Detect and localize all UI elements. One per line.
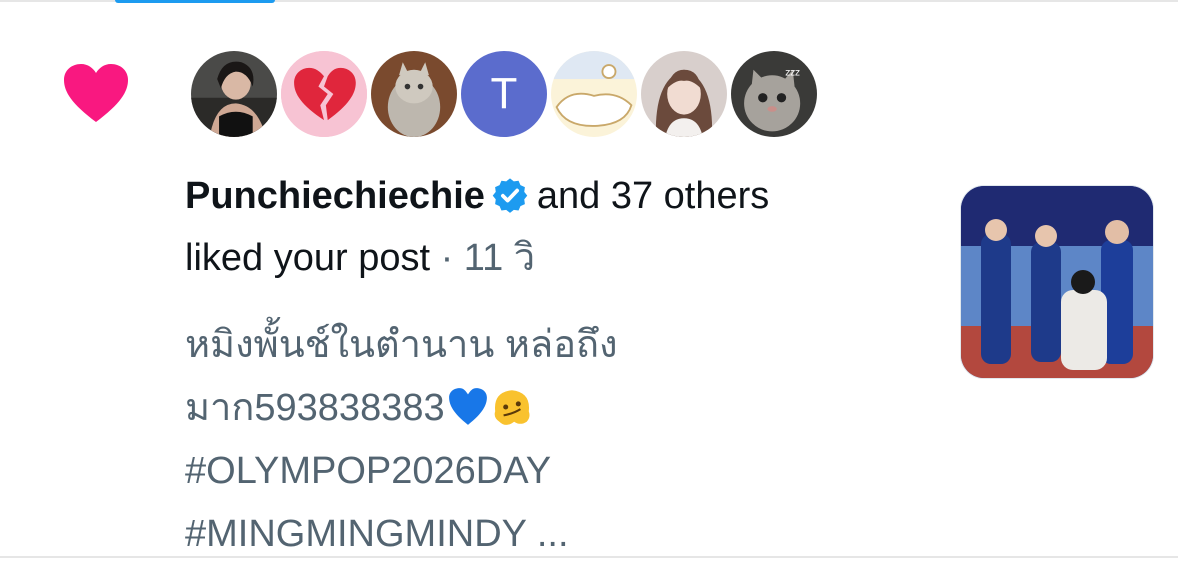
blue-heart-emoji xyxy=(448,388,487,425)
action-text: liked your post xyxy=(185,237,431,279)
user-avatar-1[interactable] xyxy=(188,48,280,140)
broken-heart-avatar[interactable] xyxy=(278,48,370,140)
post-line-1: หมิงพั้นช์ในตำนาน หล่อถึง xyxy=(185,324,618,366)
post-media-thumbnail[interactable] xyxy=(960,185,1154,379)
separator-dot: · xyxy=(440,237,454,279)
others-count[interactable]: and 37 others xyxy=(537,175,769,217)
user-avatar-2[interactable] xyxy=(638,48,730,140)
timestamp: 11 วิ xyxy=(463,237,536,279)
avatar-photo xyxy=(191,51,277,137)
notification-headline: Punchiechiechie and 37 others xyxy=(185,172,769,220)
melting-face-emoji xyxy=(494,390,530,425)
notification-action-line: liked your post · 11 วิ xyxy=(185,234,535,282)
post-preview-text[interactable]: หมิงพั้นช์ในตำนาน หล่อถึง มาก593838383 #… xyxy=(185,314,905,566)
svg-text:zzz: zzz xyxy=(785,67,800,78)
letter-avatar[interactable]: T xyxy=(458,48,550,140)
avatar-letter: T xyxy=(490,69,518,118)
liker-avatars: T zzz xyxy=(188,48,828,140)
post-line-2: มาก593838383 xyxy=(185,377,905,440)
post-line-2-text: มาก593838383 xyxy=(185,387,445,429)
cat-photo xyxy=(371,51,457,137)
liker-name-link[interactable]: Punchiechiechie xyxy=(185,175,485,217)
kitten-avatar[interactable]: zzz xyxy=(728,48,820,140)
kitten-photo: zzz xyxy=(731,51,817,137)
cartoon-illustration xyxy=(551,51,637,137)
heart-icon xyxy=(64,64,128,122)
cartoon-avatar[interactable] xyxy=(548,48,640,140)
post-hashtag-1: #OLYMPOP2026DAY xyxy=(185,450,552,492)
avatar-photo-2 xyxy=(641,51,727,137)
bottom-divider xyxy=(0,556,1178,558)
cat-avatar[interactable] xyxy=(368,48,460,140)
verified-badge-icon xyxy=(492,178,528,213)
thumbnail-image xyxy=(961,186,1153,378)
broken-heart-icon xyxy=(281,51,367,137)
like-notification[interactable]: T zzz Punchiechiechie and 37 others like… xyxy=(0,2,1178,556)
